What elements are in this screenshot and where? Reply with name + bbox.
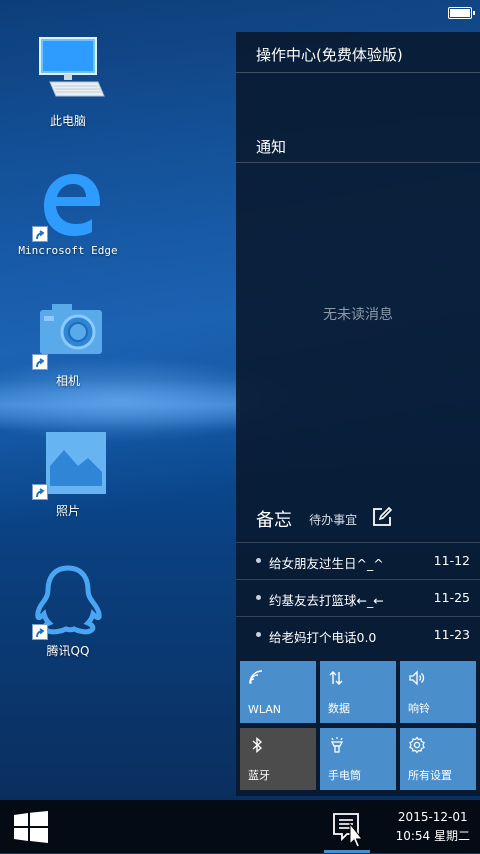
- quick-action-label: 手电筒: [328, 769, 361, 782]
- memo-item[interactable]: 给老妈打个电话0.0 11-23: [236, 616, 480, 653]
- wifi-icon: [248, 669, 266, 687]
- quick-action-flashlight[interactable]: 手电筒: [320, 728, 396, 790]
- data-arrows-icon: [328, 669, 346, 687]
- desktop-icon-edge[interactable]: Mincrosoft Edge: [18, 162, 118, 257]
- desktop-icon-label: 照片: [55, 504, 80, 518]
- action-center-panel: 操作中心(免费体验版) 通知 无未读消息 备忘 待办事宜 给女朋友过生日^_^ …: [236, 32, 480, 796]
- memo-header: 备忘 待办事宜: [256, 506, 393, 532]
- quick-action-label: 数据: [328, 702, 350, 715]
- desktop-icon-qq[interactable]: 腾讯QQ: [18, 560, 118, 659]
- quick-action-bluetooth[interactable]: 蓝牙: [240, 728, 316, 790]
- camera-icon: [28, 290, 108, 370]
- shortcut-arrow-icon: [32, 624, 48, 640]
- memo-item-date: 11-12: [433, 553, 470, 568]
- no-unread-messages-text: 无未读消息: [323, 307, 393, 323]
- bullet-icon: [256, 558, 261, 563]
- quick-action-ring[interactable]: 响铃: [400, 661, 476, 723]
- quick-action-wlan[interactable]: WLAN: [240, 661, 316, 723]
- qq-penguin-icon: [28, 560, 108, 640]
- desktop-icon-label: 此电脑: [49, 114, 86, 128]
- memo-subtitle: 待办事宜: [309, 512, 358, 527]
- shortcut-arrow-icon: [32, 226, 48, 242]
- quick-action-label: 响铃: [408, 702, 430, 715]
- bullet-icon: [256, 632, 261, 637]
- desktop-icon-this-pc[interactable]: 此电脑: [18, 30, 118, 129]
- desktop-icon-photos[interactable]: 照片: [18, 420, 118, 519]
- quick-action-all-settings[interactable]: 所有设置: [400, 728, 476, 790]
- start-button[interactable]: [14, 811, 48, 843]
- desktop-icon-label: 相机: [55, 374, 80, 388]
- photos-icon: [28, 420, 108, 500]
- clock-date: 2015-12-01: [397, 810, 468, 824]
- battery-icon: [448, 7, 475, 19]
- windows-logo-icon: [14, 811, 48, 843]
- memo-item-date: 11-25: [433, 590, 470, 605]
- bullet-icon: [256, 595, 261, 600]
- memo-title: 备忘: [256, 510, 292, 531]
- quick-action-data[interactable]: 数据: [320, 661, 396, 723]
- memo-item[interactable]: 给女朋友过生日^_^ 11-12: [236, 542, 480, 579]
- desktop-icon-label: Mincrosoft Edge: [18, 244, 118, 257]
- computer-icon: [28, 30, 108, 110]
- divider: [236, 162, 480, 163]
- edge-icon: [28, 162, 108, 242]
- quick-action-label: 蓝牙: [248, 769, 270, 782]
- gear-icon: [408, 736, 426, 754]
- memo-item[interactable]: 约基友去打篮球←_← 11-25: [236, 579, 480, 616]
- memo-item-text: 给女朋友过生日^_^: [269, 556, 384, 571]
- taskbar-clock[interactable]: 2015-12-01 10:54 星期二: [396, 808, 470, 846]
- memo-item-date: 11-23: [433, 627, 470, 642]
- clock-time-weekday: 10:54 星期二: [395, 829, 470, 843]
- action-center-icon: [333, 813, 364, 848]
- quick-action-label: 所有设置: [408, 769, 452, 782]
- edit-icon[interactable]: [372, 506, 393, 531]
- taskbar: 2015-12-01 10:54 星期二: [0, 800, 480, 853]
- desktop-icon-label: 腾讯QQ: [46, 644, 90, 658]
- action-center-title: 操作中心(免费体验版): [256, 46, 403, 64]
- action-center-button[interactable]: [324, 800, 370, 853]
- battery-fill: [450, 9, 470, 17]
- memo-item-text: 给老妈打个电话0.0: [269, 630, 377, 645]
- speaker-icon: [408, 669, 426, 687]
- memo-list: 给女朋友过生日^_^ 11-12 约基友去打篮球←_← 11-25 给老妈打个电…: [236, 542, 480, 653]
- notifications-header: 通知: [256, 138, 287, 156]
- flashlight-icon: [328, 736, 346, 754]
- quick-action-label: WLAN: [248, 703, 282, 716]
- desktop-icon-camera[interactable]: 相机: [18, 290, 118, 389]
- shortcut-arrow-icon: [32, 354, 48, 370]
- shortcut-arrow-icon: [32, 484, 48, 500]
- bluetooth-icon: [248, 736, 266, 754]
- memo-item-text: 约基友去打篮球←_←: [269, 593, 384, 608]
- divider: [236, 72, 480, 73]
